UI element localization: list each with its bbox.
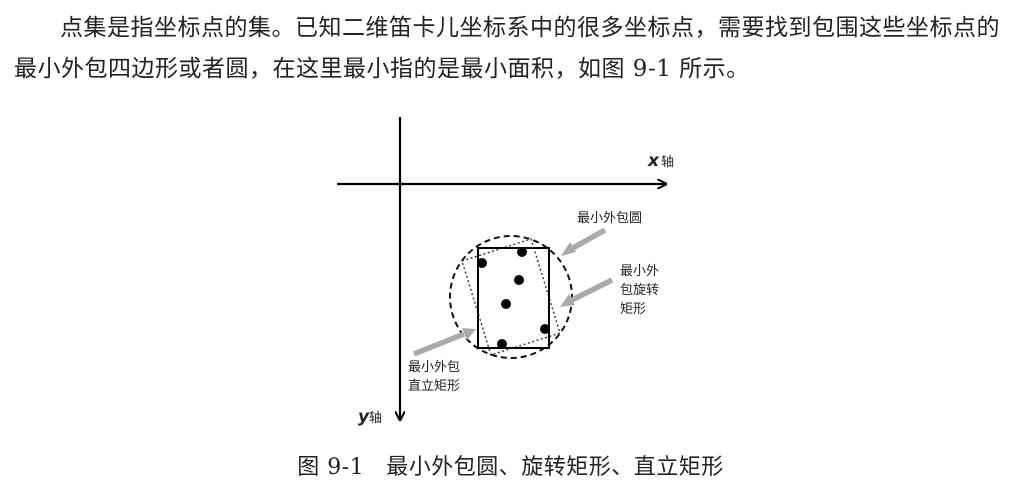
point: [477, 258, 487, 268]
upright-pointer-arrow: [412, 328, 476, 357]
label-rotated-line1: 最小外: [620, 264, 659, 279]
label-min-circle: 最小外包圆: [577, 211, 642, 226]
x-axis-suffix: 轴: [661, 155, 674, 170]
min-enclosing-circle: [449, 235, 573, 359]
figure-diagram: x 轴 y 轴 最小外包圆 最小外 包旋转 矩形 最小外包 直立矩形: [337, 117, 674, 427]
y-axis-suffix: 轴: [369, 411, 382, 426]
point: [497, 339, 507, 349]
point: [501, 299, 511, 309]
figure-caption: 图 9-1 最小外包圆、旋转矩形、直立矩形: [0, 449, 1021, 481]
label-upright-line2: 直立矩形: [408, 379, 460, 394]
upright-rectangle: [477, 247, 550, 349]
point: [514, 275, 524, 285]
label-upright-line1: 最小外包: [408, 360, 460, 375]
x-axis-label: x: [647, 151, 660, 171]
label-rotated-line2: 包旋转: [620, 283, 659, 298]
circle-pointer-arrow: [561, 227, 607, 256]
point: [540, 324, 550, 334]
caption-title: 最小外包圆、旋转矩形、直立矩形: [386, 455, 724, 480]
rotated-pointer-arrow: [560, 277, 614, 307]
label-rotated-line3: 矩形: [620, 302, 646, 317]
rotated-rectangle: [461, 238, 561, 356]
point: [517, 247, 527, 257]
caption-number: 图 9-1: [297, 455, 365, 480]
